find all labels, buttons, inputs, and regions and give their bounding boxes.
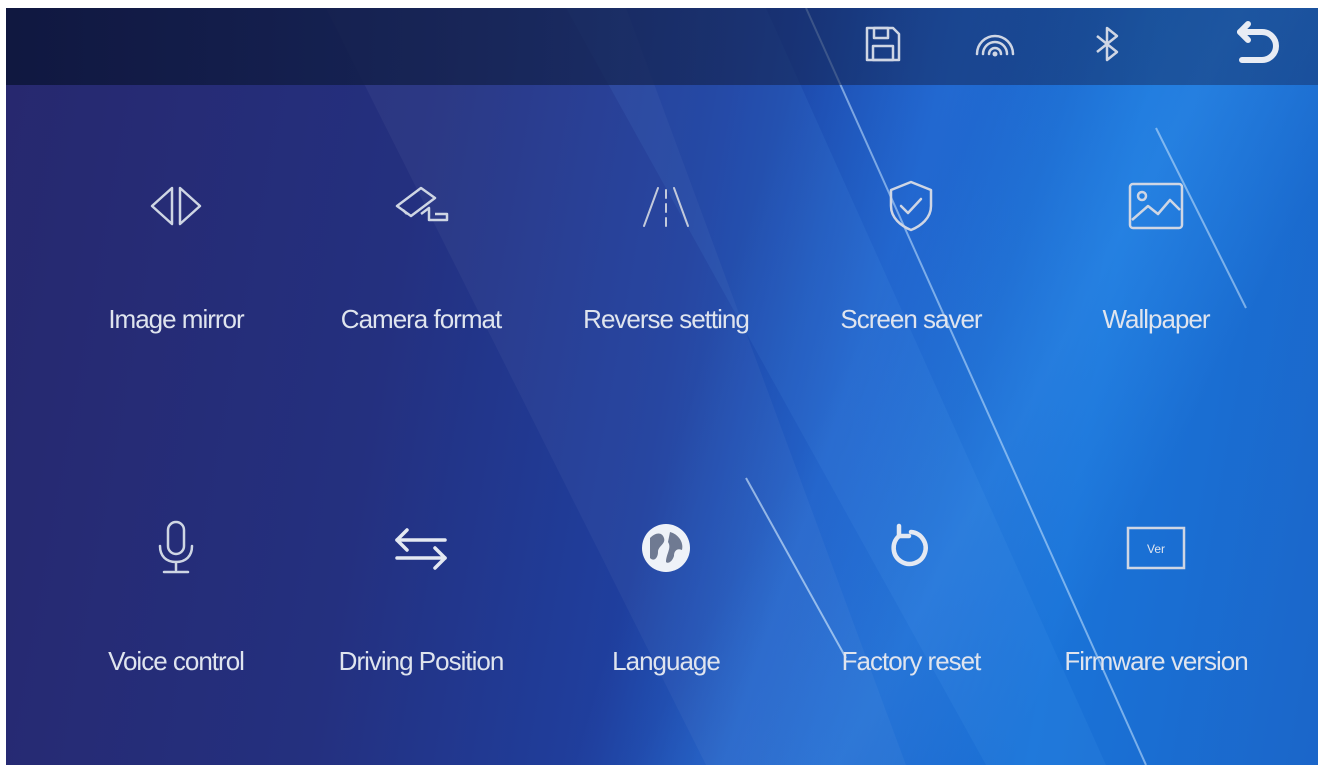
menu-item-screen-saver[interactable]: Screen saver <box>801 136 1021 386</box>
back-icon[interactable] <box>1228 18 1284 74</box>
camera-icon <box>391 176 451 236</box>
menu-item-factory-reset[interactable]: Factory reset <box>801 478 1021 728</box>
menu-item-label: Reverse setting <box>583 304 750 334</box>
hotspot-icon[interactable] <box>973 22 1017 66</box>
top-bar <box>6 8 1318 85</box>
menu-item-firmware-version[interactable]: Ver Firmware version <box>1046 478 1266 728</box>
menu-item-label: Screen saver <box>840 304 982 334</box>
menu-item-camera-format[interactable]: Camera format <box>311 136 531 386</box>
menu-item-label: Camera format <box>340 304 502 334</box>
swap-arrows-icon <box>391 518 451 578</box>
microphone-icon <box>146 518 206 578</box>
menu-item-label: Image mirror <box>108 304 244 334</box>
bluetooth-icon[interactable] <box>1085 22 1129 66</box>
globe-icon <box>636 518 696 578</box>
menu-item-language[interactable]: Language <box>556 478 776 728</box>
mirror-icon <box>146 176 206 236</box>
menu-item-label: Driving Position <box>338 646 505 676</box>
reset-icon <box>881 518 941 578</box>
road-lines-icon <box>636 176 696 236</box>
menu-item-reverse-setting[interactable]: Reverse setting <box>556 136 776 386</box>
save-icon[interactable] <box>861 22 905 66</box>
menu-item-label: Voice control <box>108 646 245 676</box>
menu-item-driving-position[interactable]: Driving Position <box>311 478 531 728</box>
shield-check-icon <box>881 176 941 236</box>
picture-icon <box>1126 176 1186 236</box>
menu-item-label: Language <box>612 646 721 676</box>
version-badge-text: Ver <box>1147 542 1165 556</box>
menu-item-voice-control[interactable]: Voice control <box>66 478 286 728</box>
menu-item-label: Firmware version <box>1064 646 1248 676</box>
menu-item-wallpaper[interactable]: Wallpaper <box>1046 136 1266 386</box>
version-icon: Ver <box>1126 518 1186 578</box>
menu-item-label: Wallpaper <box>1102 304 1210 334</box>
menu-item-label: Factory reset <box>841 646 982 676</box>
settings-screen: Image mirror Camera format Reverse setti… <box>6 8 1318 765</box>
menu-item-image-mirror[interactable]: Image mirror <box>66 136 286 386</box>
